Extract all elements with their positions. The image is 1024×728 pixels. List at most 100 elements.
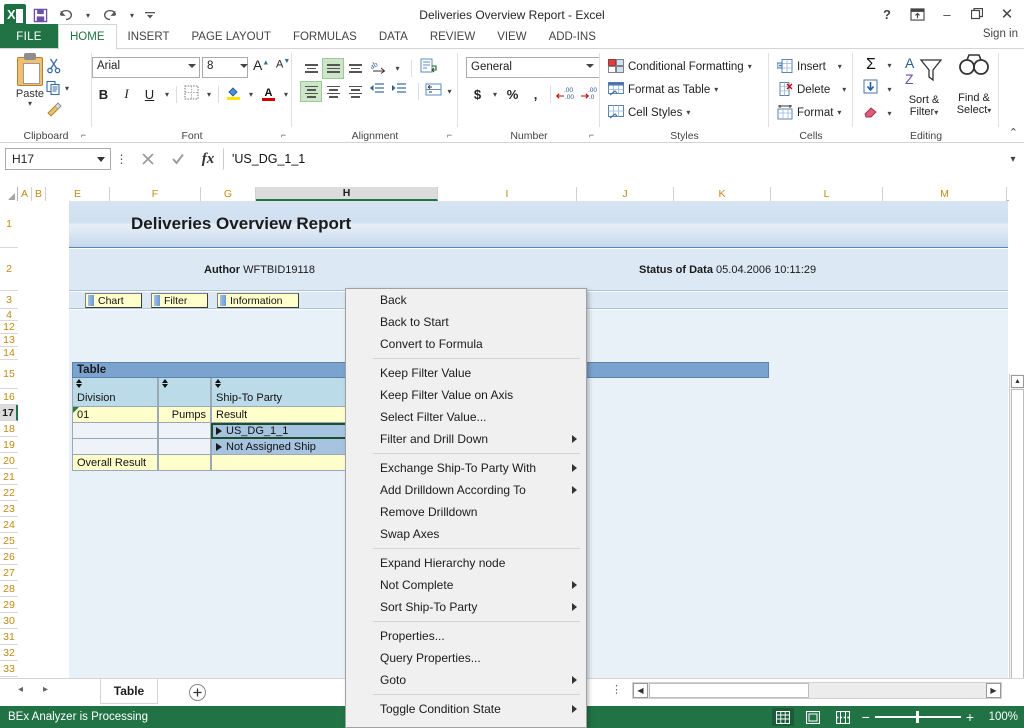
zoom-out-button[interactable]: − [862,709,870,725]
bold-button[interactable]: B [92,83,115,105]
cut-button[interactable] [46,55,86,77]
merge-center-button[interactable] [422,81,444,102]
cell-material[interactable] [158,455,211,471]
paste-dropdown-icon[interactable]: ▾ [28,100,32,108]
row-header-4[interactable]: 4 [0,309,18,321]
normal-view-button[interactable] [771,708,794,726]
expand-triangle-icon[interactable] [216,426,222,435]
row-header-30[interactable]: 30 [0,613,18,629]
cell-overall-result[interactable]: Overall Result [72,455,158,471]
conditional-formatting-button[interactable]: Conditional Formatting ▾ [606,55,752,78]
tab-formulas[interactable]: FORMULAS [282,24,368,50]
fill-color-button[interactable] [222,83,245,105]
row-header-32[interactable]: 32 [0,645,18,661]
row-header-33[interactable]: 33 [0,661,18,677]
increase-font-size-button[interactable]: A▲ [253,57,269,73]
row-header-13[interactable]: 13 [0,334,18,347]
font-size-dropdown-icon[interactable] [240,64,248,68]
autosum-dropdown-icon[interactable]: ▾ [884,55,895,76]
expand-triangle-icon[interactable] [216,442,222,451]
delete-dropdown-icon[interactable]: ▾ [842,86,846,94]
row-header-1[interactable]: 1 [0,201,18,248]
column-header-J[interactable]: J [577,187,674,201]
decrease-indent-button[interactable] [366,81,388,102]
column-header-F[interactable]: F [110,187,201,201]
top-align-button[interactable] [300,58,322,79]
percent-format-button[interactable]: % [501,83,524,105]
clipboard-dialog-launcher[interactable]: ⌐ [78,130,89,141]
font-name-dropdown-icon[interactable] [188,64,196,68]
cell-material[interactable] [158,439,211,455]
font-dialog-launcher[interactable]: ⌐ [278,130,289,141]
name-box-dropdown-icon[interactable] [97,157,105,162]
row-header-3[interactable]: 3 [0,291,18,309]
italic-button[interactable]: I [115,83,138,105]
tab-review[interactable]: REVIEW [419,24,486,50]
number-format-combo[interactable]: General [466,57,600,78]
orientation-button[interactable]: ab [366,58,392,79]
align-center-button[interactable] [322,81,344,102]
menu-item-filter-and-drill-down[interactable]: Filter and Drill Down [373,428,586,450]
accounting-format-button[interactable]: $ [466,83,489,105]
font-name-combo[interactable]: Arial [92,57,200,78]
font-color-button[interactable]: A [257,83,280,105]
add-sheet-button[interactable] [189,684,206,701]
conditional-formatting-dropdown-icon[interactable]: ▾ [748,63,752,71]
clear-dropdown-icon[interactable]: ▾ [884,103,895,124]
underline-dropdown-icon[interactable]: ▾ [161,83,173,105]
menu-item-remove-drilldown[interactable]: Remove Drilldown [373,501,586,523]
format-cells-button[interactable]: Format ▾ [775,101,846,124]
find-select-button[interactable]: Find & Select▾ [949,53,999,116]
zoom-in-button[interactable]: + [966,709,974,725]
insert-cells-button[interactable]: Insert ▾ [775,55,846,78]
number-dialog-launcher[interactable]: ⌐ [586,130,597,141]
row-header-18[interactable]: 18 [0,421,18,437]
format-dropdown-icon[interactable]: ▾ [837,109,841,117]
tab-add-ins[interactable]: ADD-INS [538,24,607,50]
fill-button[interactable] [858,79,884,100]
sign-in-link[interactable]: Sign in [983,28,1018,40]
row-header-12[interactable]: 12 [0,321,18,334]
row-header-2[interactable]: 2 [0,248,18,291]
menu-item-select-filter-value[interactable]: Select Filter Value... [373,406,586,428]
borders-dropdown-icon[interactable]: ▾ [203,83,215,105]
wrap-text-button[interactable] [415,58,443,79]
decrease-font-size-button[interactable]: A▼ [276,58,290,71]
row-header-28[interactable]: 28 [0,581,18,597]
row-header-29[interactable]: 29 [0,597,18,613]
row-header-21[interactable]: 21 [0,469,18,485]
horizontal-scrollbar[interactable]: ◀ ▶ [632,682,1002,699]
column-header-B[interactable]: B [32,187,46,201]
insert-dropdown-icon[interactable]: ▾ [838,63,842,71]
horizontal-scroll-thumb[interactable] [649,683,809,698]
expand-formula-bar-button[interactable]: ▾ [1002,154,1024,165]
zoom-track[interactable] [874,711,961,723]
column-header-A[interactable]: A [18,187,32,201]
copy-button[interactable]: ▾ [46,77,86,99]
zoom-knob[interactable] [915,711,919,723]
bottom-align-button[interactable] [344,58,366,79]
menu-item-properties[interactable]: Properties... [373,625,586,647]
underline-button[interactable]: U [138,83,161,105]
menu-item-back[interactable]: Back [373,289,586,311]
column-header-G[interactable]: G [201,187,256,201]
menu-item-sort-ship-to-party[interactable]: Sort Ship-To Party [373,596,586,618]
scroll-up-button[interactable]: ▲ [1011,375,1024,388]
row-header-17[interactable]: 17 [0,405,18,421]
menu-item-toggle-condition-state[interactable]: Toggle Condition State [373,698,586,720]
menu-item-goto[interactable]: Goto [373,669,586,691]
tab-home[interactable]: HOME [58,24,117,50]
copy-dropdown-icon[interactable]: ▾ [65,84,69,92]
align-right-button[interactable] [344,81,366,102]
menu-item-query-properties[interactable]: Query Properties... [373,647,586,669]
menu-item-exchange-ship-to-party-with[interactable]: Exchange Ship-To Party With [373,457,586,479]
increase-indent-button[interactable] [388,81,410,102]
name-box[interactable]: H17 [5,148,111,170]
alignment-dialog-launcher[interactable]: ⌐ [444,130,455,141]
fill-dropdown-icon[interactable]: ▾ [884,79,895,100]
tab-page-layout[interactable]: PAGE LAYOUT [180,24,281,50]
row-header-25[interactable]: 25 [0,533,18,549]
accounting-dropdown-icon[interactable]: ▾ [489,83,501,105]
format-painter-button[interactable] [46,99,86,121]
clear-button[interactable] [858,103,884,124]
